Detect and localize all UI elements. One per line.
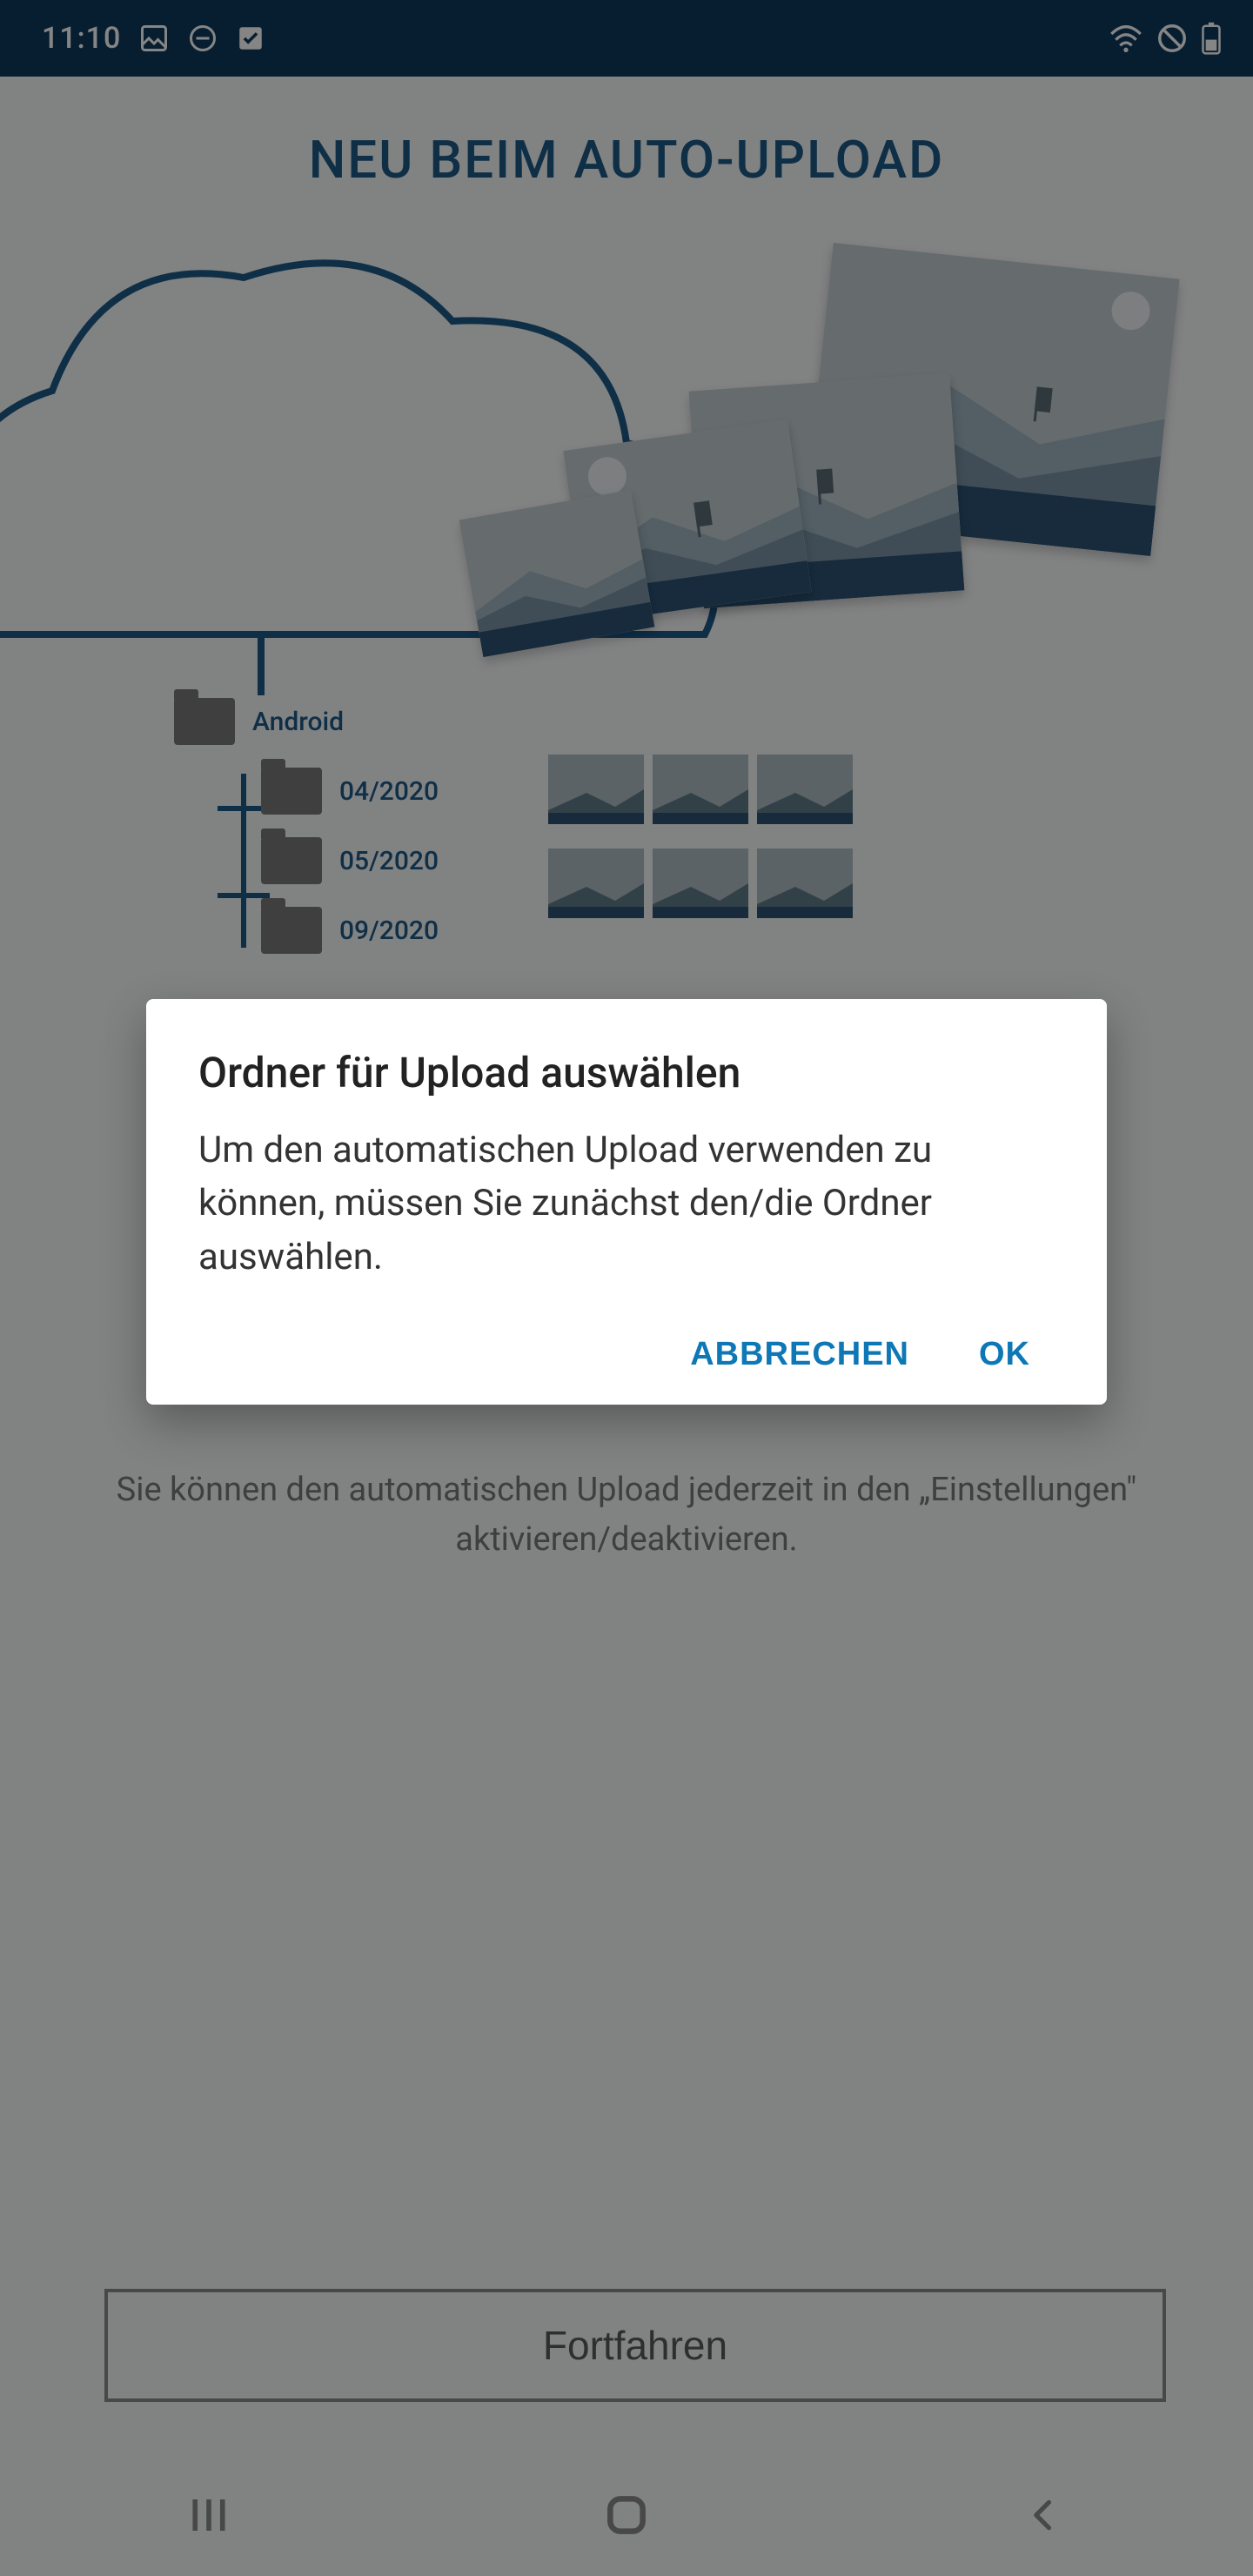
cancel-button-label: ABBRECHEN (690, 1336, 909, 1372)
select-folder-dialog: Ordner für Upload auswählen Um den autom… (146, 999, 1107, 1405)
ok-button[interactable]: OK (979, 1336, 1030, 1373)
ok-button-label: OK (979, 1336, 1030, 1372)
dialog-title: Ordner für Upload auswählen (198, 1048, 1055, 1097)
cancel-button[interactable]: ABBRECHEN (690, 1336, 909, 1373)
dialog-actions: ABBRECHEN OK (198, 1336, 1055, 1373)
dialog-body: Um den automatischen Upload verwenden zu… (198, 1124, 1055, 1284)
